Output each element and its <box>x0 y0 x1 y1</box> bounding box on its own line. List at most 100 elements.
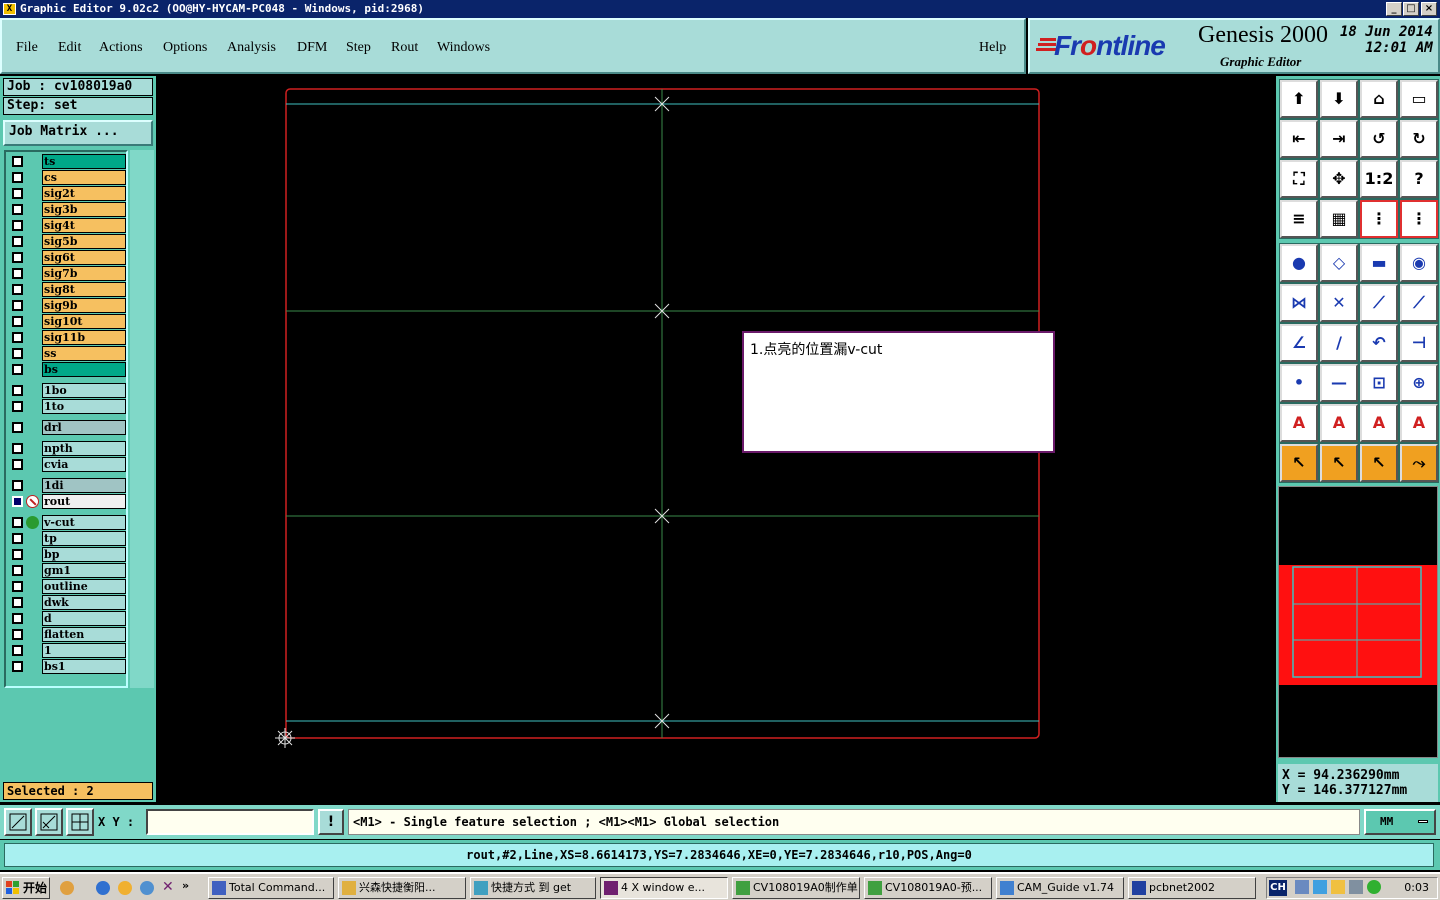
layer-compare2-icon[interactable]: ⋮ <box>1399 199 1439 239</box>
layer-name[interactable]: sig8t <box>42 282 126 297</box>
menu-step[interactable]: Step <box>346 40 371 56</box>
layer-row-cvia[interactable]: cvia <box>8 457 126 472</box>
text-a2-icon[interactable]: A <box>1319 403 1359 443</box>
layer-row-bp[interactable]: bp <box>8 547 126 562</box>
snap-point-icon[interactable]: • <box>1279 363 1319 403</box>
layer-checkbox[interactable] <box>12 316 23 327</box>
layer-row-sig3b[interactable]: sig3b <box>8 202 126 217</box>
reconnect-icon[interactable]: ⟋ <box>1399 283 1439 323</box>
select-icon[interactable]: ↖ <box>1319 443 1359 483</box>
clock[interactable]: 0:03 <box>1404 878 1429 898</box>
layer-name[interactable]: gm1 <box>42 563 126 578</box>
layer-checkbox[interactable] <box>12 629 23 640</box>
layer-checkbox[interactable] <box>12 496 23 507</box>
tray-icon[interactable] <box>1313 880 1327 894</box>
angle-icon[interactable]: ∠ <box>1279 323 1319 363</box>
route-icon[interactable]: ⋈ <box>1279 283 1319 323</box>
text-a4-icon[interactable]: A <box>1399 403 1439 443</box>
layer-name[interactable]: 1bo <box>42 383 126 398</box>
layer-name[interactable]: 1 <box>42 643 126 658</box>
cut-icon[interactable]: — <box>1319 363 1359 403</box>
layer-checkbox[interactable] <box>12 459 23 470</box>
taskbar-item[interactable]: 4 X window e... <box>600 877 728 899</box>
layer-checkbox[interactable] <box>12 268 23 279</box>
layer-checkbox[interactable] <box>12 348 23 359</box>
line-icon[interactable]: / <box>1319 323 1359 363</box>
layer-checkbox[interactable] <box>12 517 23 528</box>
taskbar-item[interactable]: 快捷方式 到 get <box>470 877 596 899</box>
maximize-button[interactable]: □ <box>1403 2 1419 16</box>
layer-row-sig10t[interactable]: sig10t <box>8 314 126 329</box>
taskbar-item[interactable]: CV108019A0制作单 <box>732 877 860 899</box>
home-icon[interactable]: ⌂ <box>1359 79 1399 119</box>
layer-checkbox[interactable] <box>12 385 23 396</box>
layer-row-bs1[interactable]: bs1 <box>8 659 126 674</box>
layer-checkbox[interactable] <box>12 236 23 247</box>
overview-map[interactable] <box>1278 486 1438 758</box>
layer-checkbox[interactable] <box>12 549 23 560</box>
layer-name[interactable]: sig9b <box>42 298 126 313</box>
layer-name[interactable]: ts <box>42 154 126 169</box>
layer-checkbox[interactable] <box>12 252 23 263</box>
layer-checkbox[interactable] <box>12 364 23 375</box>
layer-checkbox[interactable] <box>12 332 23 343</box>
add-pad-icon[interactable]: ● <box>1279 243 1319 283</box>
browser-icon[interactable] <box>140 881 154 895</box>
taskbar-item[interactable]: CV108019A0-预... <box>864 877 992 899</box>
layer-name[interactable]: cvia <box>42 457 126 472</box>
layer-checkbox[interactable] <box>12 661 23 672</box>
undo-icon[interactable]: ↺ <box>1359 119 1399 159</box>
layer-row-sig6t[interactable]: sig6t <box>8 250 126 265</box>
layer-list-scrollbar[interactable] <box>130 150 154 688</box>
layer-row-drl[interactable]: drl <box>8 420 126 435</box>
layer-row-cs[interactable]: cs <box>8 170 126 185</box>
menu-file[interactable]: File <box>16 40 38 56</box>
graphic-canvas[interactable]: 1.点亮的位置漏v-cut <box>156 76 1276 802</box>
layer-row-v-cut[interactable]: v-cut <box>8 515 126 530</box>
text-a-icon[interactable]: A <box>1279 403 1319 443</box>
menu-edit[interactable]: Edit <box>58 40 81 56</box>
menu-windows[interactable]: Windows <box>437 40 490 56</box>
menu-dfm[interactable]: DFM <box>297 40 327 56</box>
layer-row-bs[interactable]: bs <box>8 362 126 377</box>
layer-checkbox[interactable] <box>12 422 23 433</box>
layer-row-ss[interactable]: ss <box>8 346 126 361</box>
layer-name[interactable]: sig3b <box>42 202 126 217</box>
layer-name[interactable]: ss <box>42 346 126 361</box>
ruler-icon[interactable]: ▬ <box>1359 243 1399 283</box>
taskbar-item[interactable]: pcbnet2002 <box>1128 877 1256 899</box>
menu-help[interactable]: Help <box>979 40 1006 56</box>
tray-icon[interactable] <box>1331 880 1345 894</box>
arc-icon[interactable]: ↶ <box>1359 323 1399 363</box>
layer-row-sig4t[interactable]: sig4t <box>8 218 126 233</box>
ratio-icon[interactable]: 1:2 <box>1359 159 1399 199</box>
layer-name[interactable]: sig7b <box>42 266 126 281</box>
pointer-icon[interactable]: ↖ <box>1279 443 1319 483</box>
layer-row-tp[interactable]: tp <box>8 531 126 546</box>
layer-name[interactable]: outline <box>42 579 126 594</box>
layer-row-npth[interactable]: npth <box>8 441 126 456</box>
layer-row-1bo[interactable]: 1bo <box>8 383 126 398</box>
layer-name[interactable]: sig4t <box>42 218 126 233</box>
ie-icon[interactable] <box>96 881 110 895</box>
layer-checkbox[interactable] <box>12 188 23 199</box>
layer-row-d[interactable]: d <box>8 611 126 626</box>
properties-icon[interactable]: ≡ <box>1279 199 1319 239</box>
help-icon[interactable]: ? <box>1399 159 1439 199</box>
tray-icon[interactable] <box>1367 880 1381 894</box>
minimize-button[interactable]: _ <box>1386 2 1402 16</box>
taskbar-item[interactable]: Total Command... <box>208 877 334 899</box>
more-chevron-icon[interactable]: » <box>182 879 189 892</box>
layer-row-sig2t[interactable]: sig2t <box>8 186 126 201</box>
zoom-out-icon[interactable]: ⇥ <box>1319 119 1359 159</box>
layer-name[interactable]: d <box>42 611 126 626</box>
taskbar-item[interactable]: CAM_Guide v1.74 <box>996 877 1124 899</box>
layer-row-sig11b[interactable]: sig11b <box>8 330 126 345</box>
layer-checkbox[interactable] <box>12 613 23 624</box>
layer-row-sig5b[interactable]: sig5b <box>8 234 126 249</box>
layer-row-flatten[interactable]: flatten <box>8 627 126 642</box>
window-icon[interactable]: ▭ <box>1399 79 1439 119</box>
layer-checkbox[interactable] <box>12 204 23 215</box>
layer-checkbox[interactable] <box>12 480 23 491</box>
layer-name[interactable]: rout <box>42 494 126 509</box>
